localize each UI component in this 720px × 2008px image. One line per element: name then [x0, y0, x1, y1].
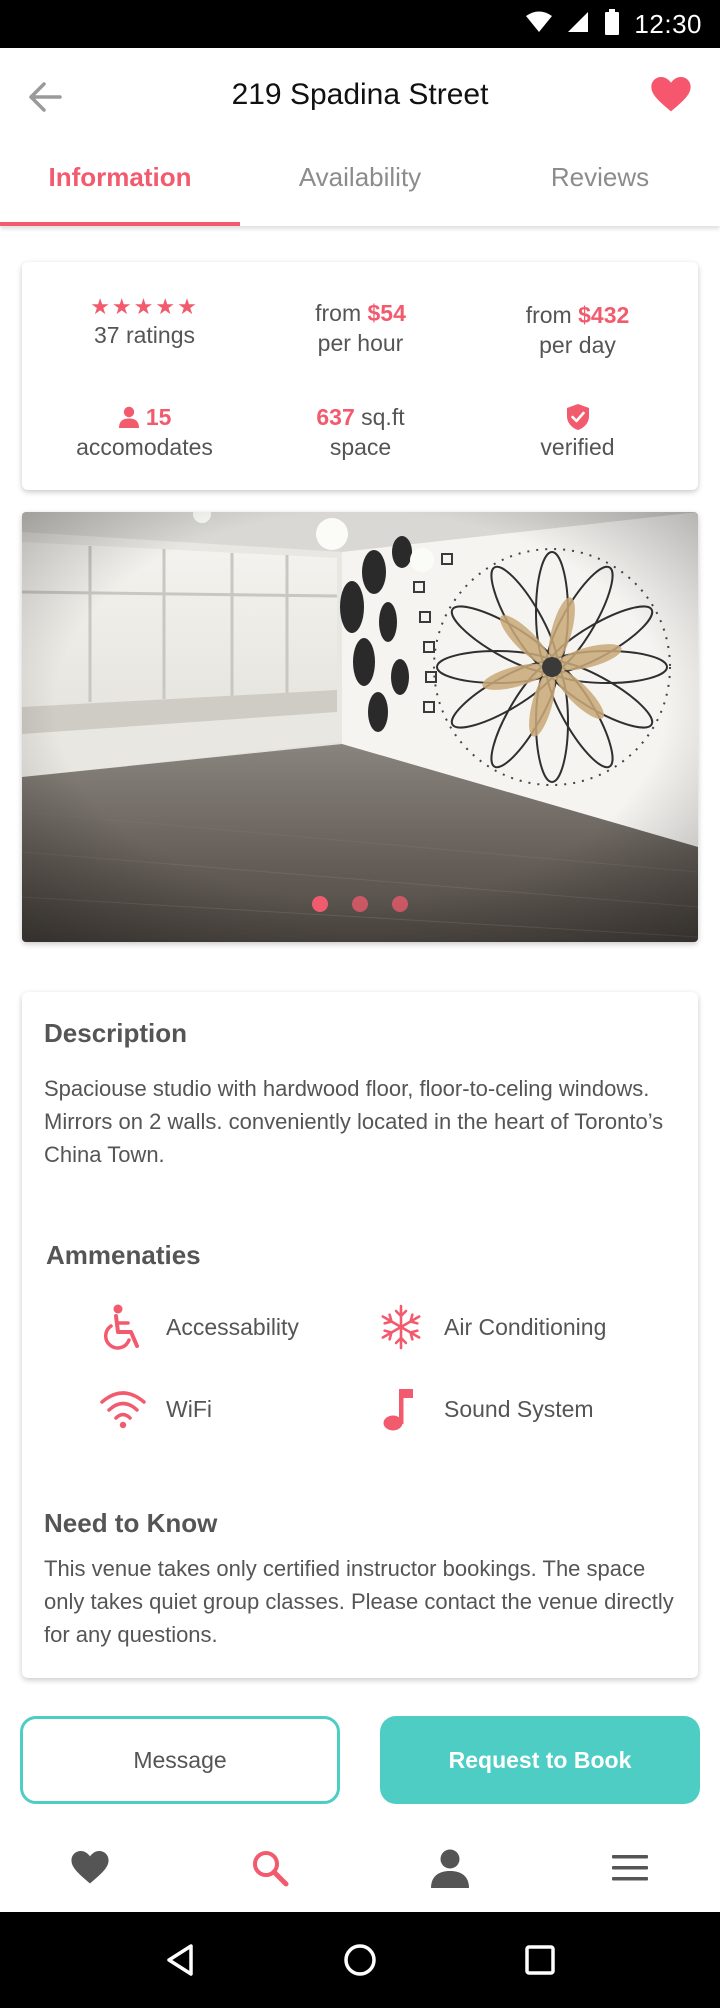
amenity-label: Sound System: [444, 1395, 594, 1422]
amenity-label: Air Conditioning: [444, 1313, 607, 1340]
nav-menu[interactable]: [540, 1822, 720, 1914]
nav-profile[interactable]: [360, 1822, 540, 1914]
rating-stars: ★★★★★: [90, 294, 199, 319]
music-note-icon: [376, 1384, 426, 1434]
daily-unit: per day: [539, 332, 616, 358]
carousel-dot-2[interactable]: [352, 896, 368, 912]
carousel-dot-3[interactable]: [392, 896, 408, 912]
rating-stat: ★★★★★ 37 ratings: [32, 294, 257, 350]
status-icons: 12:30: [526, 0, 702, 48]
details-card: Description Spaciouse studio with hardwo…: [22, 992, 698, 1678]
heart-icon: [651, 77, 691, 112]
circle-home-icon: [344, 1944, 376, 1976]
wifi-signal-icon: [526, 11, 553, 38]
carousel-dots: [22, 896, 698, 912]
daily-price-stat: from $432 per day: [465, 300, 690, 360]
venue-photo-carousel[interactable]: [22, 512, 698, 942]
amenity-air-conditioning: Air Conditioning: [376, 1302, 606, 1352]
person-icon: [118, 406, 139, 428]
area-label: space: [329, 434, 392, 460]
tab-information[interactable]: Information: [0, 148, 240, 226]
verified-label: verified: [540, 434, 615, 460]
status-time: 12:30: [634, 8, 702, 39]
amenity-sound-system: Sound System: [376, 1384, 594, 1434]
nav-search[interactable]: [180, 1822, 360, 1914]
square-recents-icon: [525, 1945, 555, 1975]
hourly-price: $54: [367, 300, 406, 326]
capacity-value: 15: [145, 404, 172, 430]
capacity-stat: 15 accomodates: [32, 402, 257, 462]
nav-favorites[interactable]: [0, 1822, 180, 1914]
snowflake-icon: [376, 1302, 426, 1352]
studio-photo: [22, 512, 698, 942]
wheelchair-icon: [98, 1302, 148, 1352]
tab-bar: Information Availability Reviews: [0, 148, 720, 226]
area-stat: 637 sq.ft space: [248, 402, 473, 462]
system-home-button[interactable]: [332, 1932, 388, 1988]
need-to-know-text: This venue takes only certified instruct…: [44, 1556, 674, 1647]
tab-availability[interactable]: Availability: [240, 148, 480, 226]
verified-shield-icon: [566, 404, 589, 430]
heart-icon: [71, 1851, 109, 1884]
carousel-dot-1[interactable]: [312, 896, 328, 912]
system-nav-bar: [0, 1912, 720, 2008]
favorite-button[interactable]: [648, 72, 694, 118]
amenity-accessability: Accessability: [98, 1302, 299, 1352]
hourly-unit: per hour: [317, 330, 404, 356]
amenity-label: WiFi: [166, 1395, 212, 1422]
daily-prefix: from: [525, 302, 572, 328]
hourly-prefix: from: [315, 300, 362, 326]
system-recents-button[interactable]: [512, 1932, 568, 1988]
app-bar: 219 Spadina Street: [0, 48, 720, 148]
amenity-wifi: WiFi: [98, 1384, 212, 1434]
need-to-know-title: Need to Know: [44, 1508, 218, 1538]
stats-card: ★★★★★ 37 ratings from $54 per hour from …: [22, 262, 698, 490]
person-icon: [431, 1849, 469, 1888]
description-text: Spaciouse studio with hardwood floor, fl…: [44, 1076, 664, 1167]
wifi-icon: [98, 1384, 148, 1434]
system-back-button[interactable]: [152, 1932, 208, 1988]
page-title: 219 Spadina Street: [231, 78, 489, 111]
tab-reviews[interactable]: Reviews: [480, 148, 720, 226]
area-value: 637: [316, 404, 355, 430]
area-unit: sq.ft: [361, 404, 405, 430]
status-bar: 12:30: [0, 0, 720, 48]
menu-icon: [612, 1855, 648, 1881]
bottom-nav: [0, 1822, 720, 1914]
description-title: Description: [44, 1018, 188, 1048]
request-to-book-button[interactable]: Request to Book: [380, 1716, 700, 1804]
triangle-back-icon: [167, 1944, 193, 1976]
amenities-title: Ammenaties: [46, 1240, 201, 1270]
verified-stat: verified: [465, 402, 690, 462]
cell-signal-icon: [566, 10, 590, 39]
hourly-price-stat: from $54 per hour: [248, 298, 473, 358]
daily-price: $432: [578, 302, 630, 328]
search-icon: [253, 1851, 289, 1887]
message-button[interactable]: Message: [20, 1716, 340, 1804]
amenity-label: Accessability: [166, 1313, 299, 1340]
battery-icon: [604, 8, 620, 40]
ratings-count: 37 ratings: [93, 322, 195, 348]
capacity-label: accomodates: [76, 434, 213, 460]
